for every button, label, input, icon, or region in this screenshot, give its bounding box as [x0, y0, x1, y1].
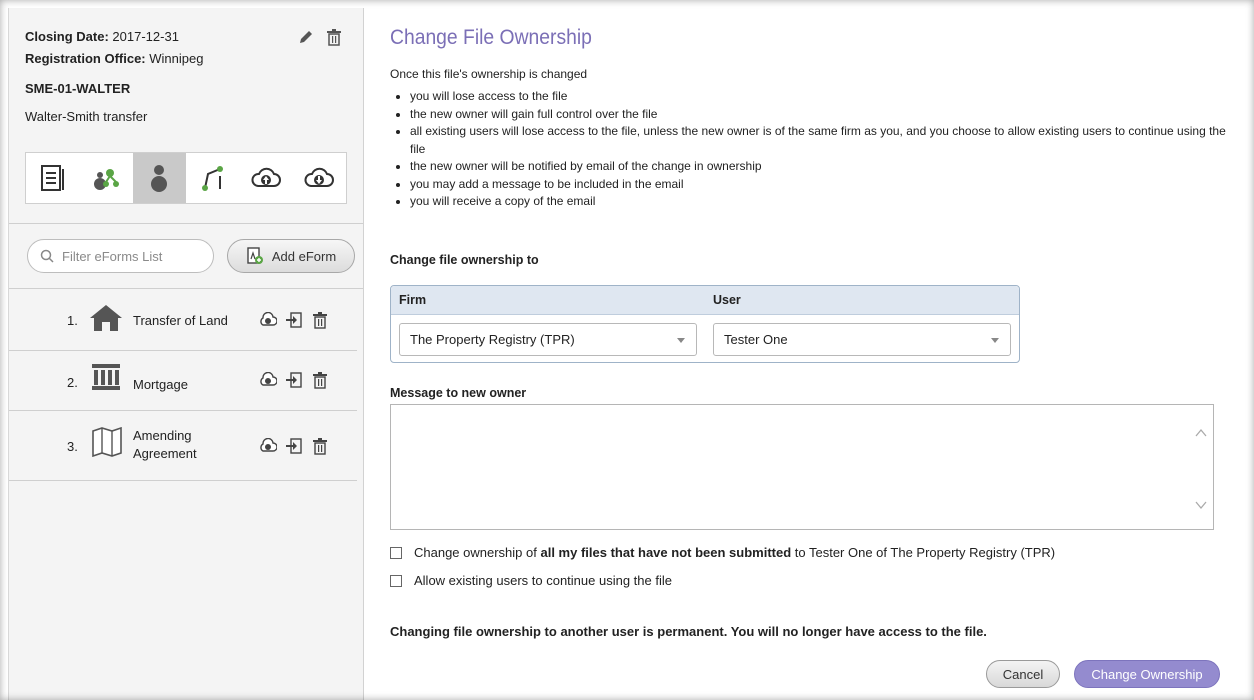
list-item: you will lose access to the file — [410, 88, 1240, 106]
change-ownership-panel: Change File Ownership Once this file's o… — [390, 0, 1230, 700]
page-title: Change File Ownership — [390, 26, 592, 49]
all-files-label-pre: Change ownership of — [414, 545, 541, 560]
all-files-label-bold: all my files that have not been submitte… — [540, 545, 792, 560]
allow-users-checkbox[interactable] — [390, 574, 402, 587]
firm-header: Firm — [399, 293, 427, 307]
add-eform-button[interactable]: Add eForm — [227, 239, 355, 273]
house-icon — [89, 303, 123, 336]
map-icon — [91, 426, 123, 460]
eform-name: Transfer of Land — [133, 313, 228, 328]
cloud-download-icon[interactable] — [259, 437, 277, 455]
eform-item[interactable]: 3. Amending Agreement — [9, 411, 357, 481]
file-toolbar — [25, 152, 347, 204]
eform-name: Amending Agreement — [133, 428, 197, 461]
document-icon[interactable] — [26, 153, 79, 203]
trash-icon[interactable] — [311, 311, 329, 329]
all-files-checkbox[interactable] — [390, 546, 402, 559]
message-box — [390, 404, 1214, 530]
all-files-label-post: to Tester One of The Property Registry (… — [791, 545, 1056, 560]
chevron-down-icon — [677, 338, 685, 343]
cloud-download-icon[interactable] — [259, 371, 277, 389]
list-item: the new owner will be notified by email … — [410, 158, 1240, 176]
registration-office-label: Registration Office: — [25, 51, 146, 66]
bank-icon — [91, 363, 121, 394]
file-description: Walter-Smith transfer — [25, 109, 148, 124]
file-reference: SME-01-WALTER — [25, 81, 131, 96]
message-label: Message to new owner — [390, 386, 527, 400]
import-icon[interactable] — [285, 311, 303, 329]
eform-item[interactable]: 1. Transfer of Land — [9, 289, 357, 351]
import-icon[interactable] — [285, 437, 303, 455]
sidebar-divider — [9, 223, 363, 224]
permanent-warning: Changing file ownership to another user … — [390, 624, 987, 639]
user-icon[interactable] — [132, 153, 186, 203]
trash-icon[interactable] — [311, 437, 329, 455]
list-item: the new owner will gain full control ove… — [410, 106, 1240, 124]
user-select[interactable]: Tester One — [713, 323, 1011, 356]
allow-users-option[interactable]: Allow existing users to continue using t… — [390, 573, 672, 588]
chevron-down-icon — [991, 338, 999, 343]
edit-icon[interactable] — [297, 28, 315, 46]
user-select-value: Tester One — [724, 332, 788, 347]
workflow-icon[interactable] — [186, 153, 239, 203]
sidebar: Closing Date: 2017-12-31 Registration Of… — [8, 8, 364, 700]
new-owner-selector: Firm User The Property Registry (TPR) Te… — [390, 285, 1020, 363]
all-files-option[interactable]: Change ownership of all my files that ha… — [390, 545, 1055, 560]
eform-number: 2. — [67, 375, 78, 390]
trash-icon[interactable] — [311, 371, 329, 389]
add-eform-icon — [247, 247, 263, 264]
allow-users-label: Allow existing users to continue using t… — [414, 573, 672, 588]
cloud-download-icon[interactable] — [259, 311, 277, 329]
cloud-download-icon[interactable] — [293, 153, 346, 203]
eform-actions — [259, 437, 329, 455]
user-header: User — [713, 293, 741, 307]
registration-office-value: Winnipeg — [149, 51, 204, 66]
all-files-label: Change ownership of all my files that ha… — [414, 545, 1055, 560]
import-icon[interactable] — [285, 371, 303, 389]
closing-date-label: Closing Date: — [25, 29, 109, 44]
eform-number: 1. — [67, 313, 78, 328]
eform-item[interactable]: 2. Mortgage — [9, 351, 357, 411]
search-icon — [40, 249, 54, 263]
scroll-down-icon[interactable] — [1195, 499, 1207, 511]
intro-text: Once this file's ownership is changed — [390, 67, 588, 81]
firm-select[interactable]: The Property Registry (TPR) — [399, 323, 697, 356]
cancel-button[interactable]: Cancel — [986, 660, 1060, 688]
list-item: all existing users will lose access to t… — [410, 123, 1240, 158]
eform-actions — [259, 371, 329, 389]
owner-table-header: Firm User — [391, 286, 1019, 315]
eform-actions — [259, 311, 329, 329]
add-eform-label: Add eForm — [271, 248, 337, 264]
trash-icon[interactable] — [325, 28, 343, 46]
consequence-list: you will lose access to the file the new… — [390, 88, 1240, 211]
closing-date-value: 2017-12-31 — [112, 29, 179, 44]
message-input[interactable] — [397, 411, 1191, 525]
change-ownership-button[interactable]: Change Ownership — [1074, 660, 1220, 688]
registration-office: Registration Office: Winnipeg — [25, 48, 355, 70]
parties-icon[interactable] — [79, 153, 132, 203]
eform-name: Mortgage — [133, 377, 188, 392]
firm-select-value: The Property Registry (TPR) — [410, 332, 575, 347]
list-item: you may add a message to be included in … — [410, 176, 1240, 194]
change-to-label: Change file ownership to — [390, 253, 539, 267]
list-item: you will receive a copy of the email — [410, 193, 1240, 211]
filter-eforms[interactable] — [27, 239, 214, 273]
cloud-upload-icon[interactable] — [239, 153, 292, 203]
eform-number: 3. — [67, 439, 78, 454]
file-actions — [297, 28, 343, 46]
filter-eforms-input[interactable] — [60, 247, 204, 265]
scroll-up-icon[interactable] — [1195, 427, 1207, 439]
